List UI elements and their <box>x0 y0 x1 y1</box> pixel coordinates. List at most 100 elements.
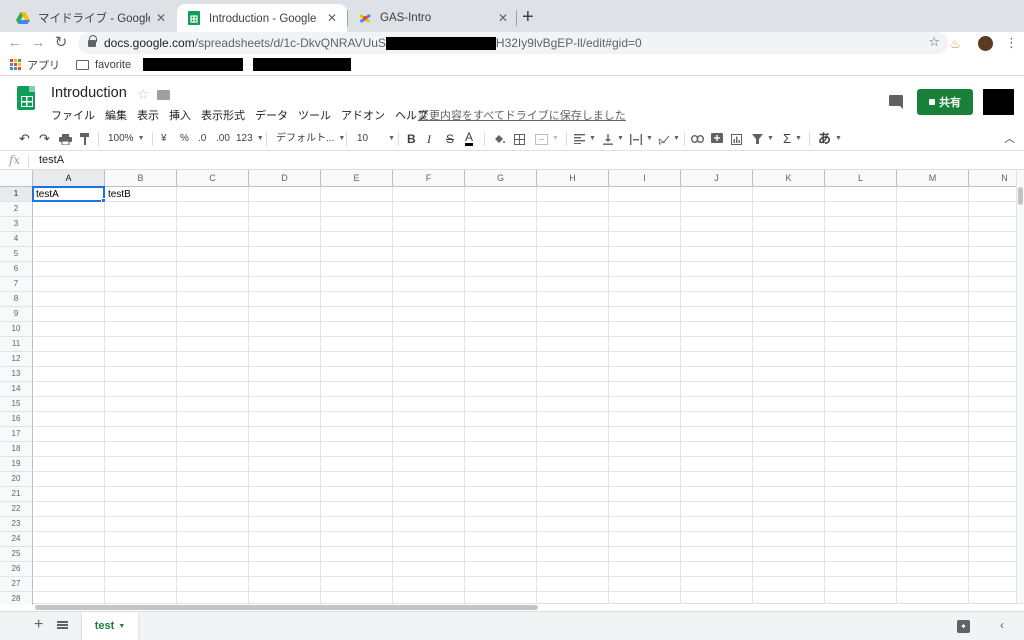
input-tools-button[interactable]: あ ▼ <box>818 130 842 148</box>
row-header-23[interactable]: 23 <box>0 517 33 532</box>
borders-icon[interactable] <box>514 130 525 148</box>
move-folder-icon[interactable] <box>157 90 170 100</box>
select-all-corner[interactable] <box>0 170 33 187</box>
menu-edit[interactable]: 編集 <box>105 107 127 123</box>
browser-tab-sheets[interactable]: Introduction - Google スプレッ ✕ <box>177 4 347 32</box>
horizontal-scrollbar[interactable] <box>33 603 1024 611</box>
redacted-bookmark[interactable] <box>143 58 244 71</box>
paint-format-icon[interactable] <box>80 130 90 148</box>
row-header-15[interactable]: 15 <box>0 397 33 412</box>
column-header-i[interactable]: I <box>609 170 681 187</box>
undo-icon[interactable]: ↶ <box>19 130 30 148</box>
forward-icon[interactable]: → <box>29 34 47 52</box>
row-header-22[interactable]: 22 <box>0 502 33 517</box>
row-header-21[interactable]: 21 <box>0 487 33 502</box>
browser-menu-icon[interactable]: ⋮ <box>1005 36 1018 50</box>
cell-b1[interactable]: testB <box>105 187 177 202</box>
vertical-align-icon[interactable]: ▼ <box>603 130 624 148</box>
explore-icon[interactable]: ✦ <box>957 620 970 633</box>
column-header-j[interactable]: J <box>681 170 753 187</box>
row-header-6[interactable]: 6 <box>0 262 33 277</box>
more-formats-select[interactable]: 123 ▼ <box>236 130 264 148</box>
row-header-1[interactable]: 1 <box>0 187 33 202</box>
column-header-c[interactable]: C <box>177 170 249 187</box>
font-family-select[interactable]: デフォルト... ▼ <box>276 130 345 148</box>
row-header-12[interactable]: 12 <box>0 352 33 367</box>
horizontal-scroll-thumb[interactable] <box>35 605 538 610</box>
all-sheets-icon[interactable] <box>57 621 68 629</box>
close-icon[interactable]: ✕ <box>327 11 337 25</box>
chevron-up-icon[interactable]: ︿ <box>1004 130 1015 148</box>
close-icon[interactable]: ✕ <box>156 11 166 25</box>
increase-decimal-button[interactable]: .00 <box>216 130 230 148</box>
row-header-14[interactable]: 14 <box>0 382 33 397</box>
save-status[interactable]: 変更内容をすべてドライブに保存しました <box>418 107 626 123</box>
text-wrap-icon[interactable]: ▼ <box>630 130 653 148</box>
vertical-scroll-thumb[interactable] <box>1018 187 1023 205</box>
functions-icon[interactable]: Σ ▼ <box>783 130 802 148</box>
column-header-d[interactable]: D <box>249 170 321 187</box>
column-header-l[interactable]: L <box>825 170 897 187</box>
strikethrough-button[interactable]: S <box>446 130 454 148</box>
row-header-28[interactable]: 28 <box>0 592 33 605</box>
back-icon[interactable]: ← <box>6 34 24 52</box>
column-header-f[interactable]: F <box>393 170 465 187</box>
row-header-3[interactable]: 3 <box>0 217 33 232</box>
reload-icon[interactable]: ↻ <box>52 34 70 52</box>
row-header-7[interactable]: 7 <box>0 277 33 292</box>
row-header-13[interactable]: 13 <box>0 367 33 382</box>
redo-icon[interactable]: ↷ <box>39 130 50 148</box>
comment-icon[interactable] <box>889 95 903 109</box>
new-tab-button[interactable]: + <box>522 7 534 27</box>
dropdown-caret-icon[interactable]: ▼ <box>118 623 125 630</box>
account-avatar[interactable] <box>983 89 1014 115</box>
column-header-m[interactable]: M <box>897 170 969 187</box>
font-size-select[interactable]: 10 ▼ <box>357 130 395 148</box>
row-header-16[interactable]: 16 <box>0 412 33 427</box>
fill-handle[interactable] <box>101 198 106 203</box>
menu-tools[interactable]: ツール <box>298 107 331 123</box>
bookmark-favorite[interactable]: favorite <box>95 59 131 71</box>
filter-icon[interactable]: ▼ <box>752 130 774 148</box>
row-header-25[interactable]: 25 <box>0 547 33 562</box>
formula-input[interactable]: testA <box>39 154 64 166</box>
row-header-17[interactable]: 17 <box>0 427 33 442</box>
row-header-2[interactable]: 2 <box>0 202 33 217</box>
share-button[interactable]: 共有 <box>917 89 973 115</box>
column-header-h[interactable]: H <box>537 170 609 187</box>
extension-icon[interactable]: ♨ <box>950 37 961 51</box>
bookmark-star-icon[interactable]: ☆ <box>928 34 940 50</box>
merge-cells-icon[interactable]: ▼ <box>535 130 559 148</box>
sheets-logo-icon[interactable] <box>17 86 35 110</box>
italic-button[interactable]: I <box>427 130 431 148</box>
chevron-left-icon[interactable]: ‹ <box>1000 618 1004 632</box>
menu-file[interactable]: ファイル <box>51 107 95 123</box>
print-icon[interactable] <box>59 130 72 148</box>
column-header-n[interactable]: N <box>969 170 1016 187</box>
browser-tab-gas[interactable]: GAS-Intro ✕ <box>348 4 518 32</box>
insert-chart-icon[interactable] <box>731 130 742 148</box>
insert-comment-icon[interactable] <box>711 130 723 148</box>
row-header-19[interactable]: 19 <box>0 457 33 472</box>
percent-format-button[interactable]: % <box>180 130 189 148</box>
close-icon[interactable]: ✕ <box>498 11 508 25</box>
zoom-select[interactable]: 100% ▼ <box>108 130 145 148</box>
row-header-27[interactable]: 27 <box>0 577 33 592</box>
menu-insert[interactable]: 挿入 <box>169 107 191 123</box>
insert-link-icon[interactable] <box>691 130 704 148</box>
row-header-8[interactable]: 8 <box>0 292 33 307</box>
row-header-4[interactable]: 4 <box>0 232 33 247</box>
text-color-button[interactable]: A <box>465 130 474 146</box>
menu-view[interactable]: 表示 <box>137 107 159 123</box>
row-header-26[interactable]: 26 <box>0 562 33 577</box>
vertical-scrollbar[interactable] <box>1016 170 1024 605</box>
row-header-24[interactable]: 24 <box>0 532 33 547</box>
currency-format-button[interactable]: ¥ <box>161 130 167 148</box>
url-input[interactable]: docs.google.com /spreadsheets/d/1c-DkvQN… <box>78 32 948 54</box>
menu-addons[interactable]: アドオン <box>341 107 385 123</box>
row-header-5[interactable]: 5 <box>0 247 33 262</box>
column-header-k[interactable]: K <box>753 170 825 187</box>
menu-data[interactable]: データ <box>255 107 288 123</box>
redacted-bookmark[interactable] <box>253 58 352 71</box>
column-header-b[interactable]: B <box>105 170 177 187</box>
